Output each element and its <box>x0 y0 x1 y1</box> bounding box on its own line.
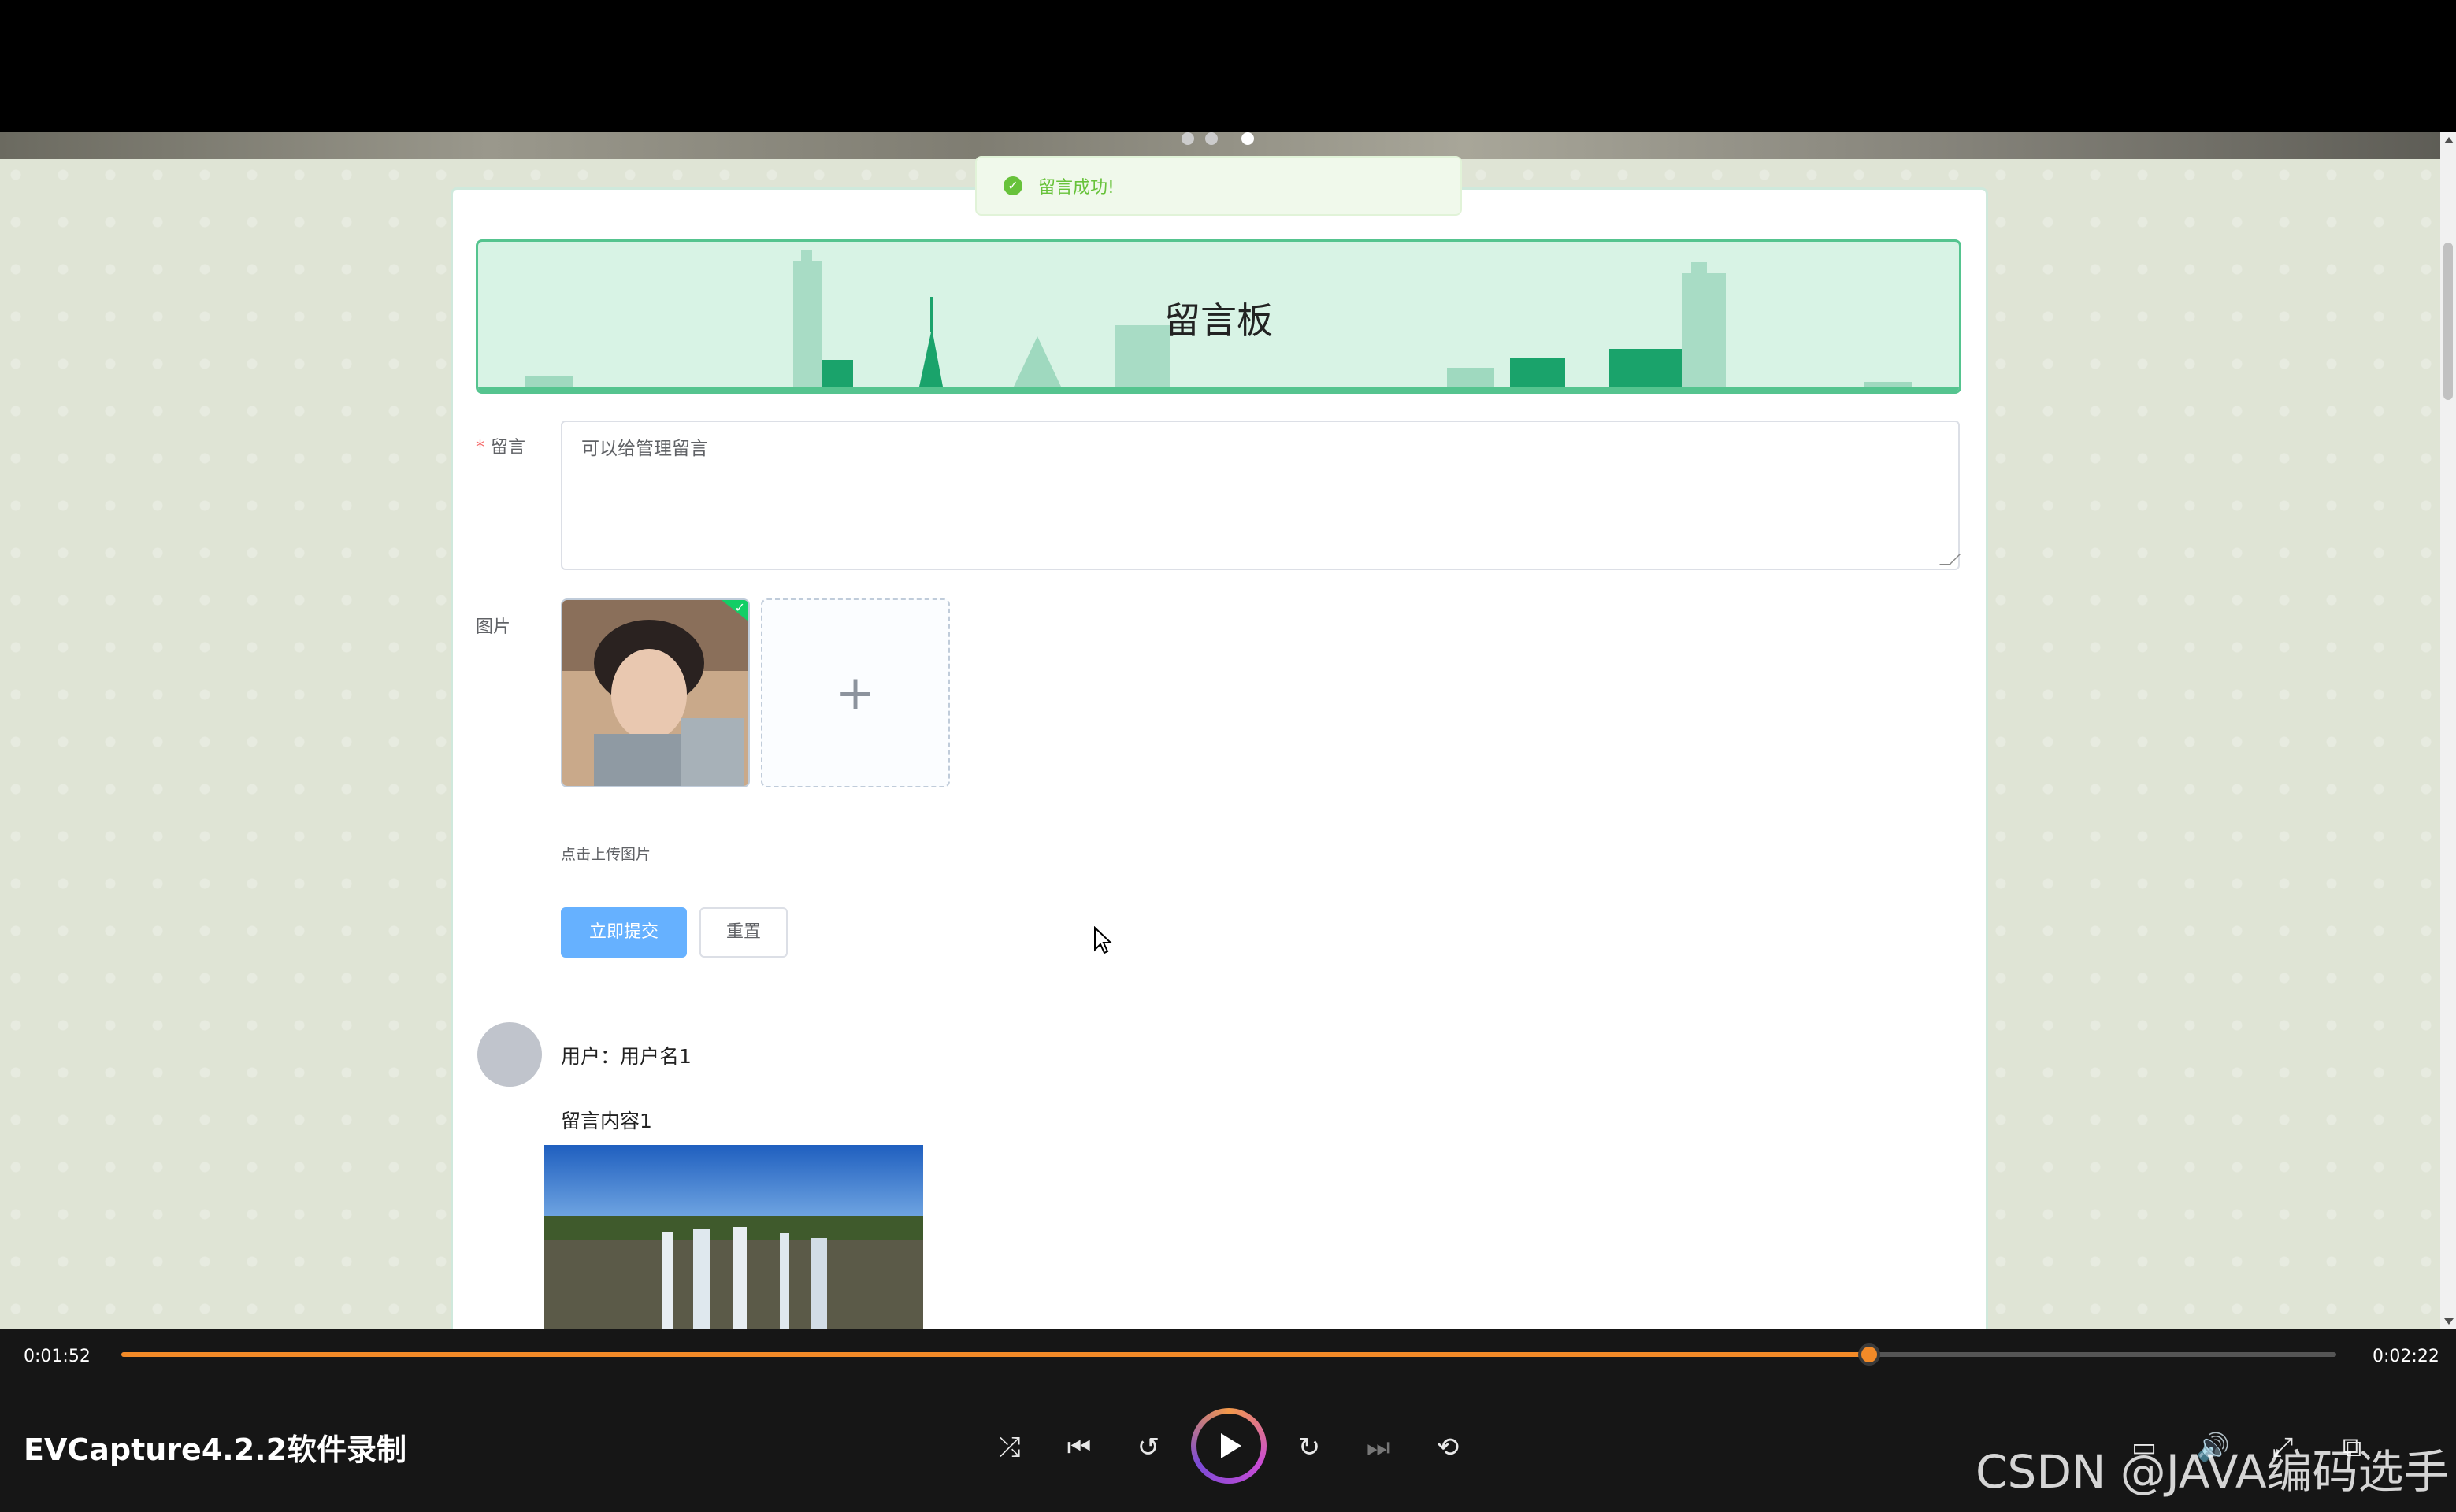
top-black-bar <box>0 0 2456 132</box>
message-label-text: 留言 <box>491 438 526 458</box>
image-label: 图片 <box>476 617 511 637</box>
repeat-off-icon[interactable]: ⟲ <box>1426 1425 1470 1469</box>
watermark: CSDN @JAVA编码选手 <box>1976 1445 2450 1499</box>
plus-icon: + <box>835 665 876 721</box>
carousel-dot-active[interactable] <box>1241 132 1254 145</box>
success-toast: ✓ 留言成功! <box>975 156 1462 216</box>
submit-button[interactable]: 立即提交 <box>561 907 687 958</box>
upload-tip: 点击上传图片 <box>561 846 651 863</box>
page-title: 留言板 <box>1164 299 1273 342</box>
uploaded-image-thumbnail[interactable]: ✓ <box>561 598 750 788</box>
previous-icon[interactable]: ⏮ <box>1057 1425 1101 1469</box>
message-label: * 留言 <box>476 433 525 458</box>
seek-handle[interactable] <box>1857 1343 1880 1366</box>
total-time: 0:02:22 <box>2373 1347 2439 1366</box>
recording-title: EVCapture4.2.2软件录制 <box>24 1432 407 1467</box>
toast-message: 留言成功! <box>1038 178 1115 198</box>
comment-content: 留言内容1 <box>561 1110 652 1132</box>
comment-user: 用户：用户名1 <box>561 1045 692 1068</box>
guestbook-header: 留言板 <box>476 239 1961 394</box>
rewind-10-icon[interactable]: ↺ <box>1126 1425 1170 1469</box>
elapsed-time: 0:01:52 <box>24 1347 91 1366</box>
play-button[interactable] <box>1191 1408 1267 1484</box>
check-circle-icon: ✓ <box>1004 176 1022 195</box>
carousel-indicators <box>1182 132 1260 145</box>
portrait-photo <box>562 600 748 786</box>
waterfall-photo <box>544 1145 923 1329</box>
scroll-down-arrow[interactable] <box>2444 1318 2454 1325</box>
resize-handle-icon[interactable] <box>1938 554 1961 565</box>
message-textarea[interactable]: 可以给管理留言 <box>561 421 1961 570</box>
scrollbar-thumb[interactable] <box>2443 243 2453 400</box>
carousel-dot[interactable] <box>1182 132 1194 145</box>
play-icon <box>1221 1433 1241 1458</box>
image-upload-button[interactable]: + <box>761 598 950 788</box>
next-icon[interactable]: ⏭ <box>1356 1425 1401 1469</box>
reset-button[interactable]: 重置 <box>699 907 788 958</box>
mouse-cursor-icon <box>1094 926 1113 954</box>
shuffle-icon[interactable]: ⤮ <box>988 1425 1032 1469</box>
carousel-dot[interactable] <box>1205 132 1218 145</box>
seek-bar-progress <box>121 1352 1869 1357</box>
scroll-up-arrow[interactable] <box>2444 137 2454 143</box>
required-asterisk: * <box>476 438 484 458</box>
comment-image[interactable] <box>544 1145 923 1329</box>
upload-success-check-icon: ✓ <box>734 600 745 615</box>
avatar <box>477 1022 542 1087</box>
message-placeholder: 可以给管理留言 <box>581 439 708 459</box>
forward-30-icon[interactable]: ↻ <box>1287 1425 1331 1469</box>
